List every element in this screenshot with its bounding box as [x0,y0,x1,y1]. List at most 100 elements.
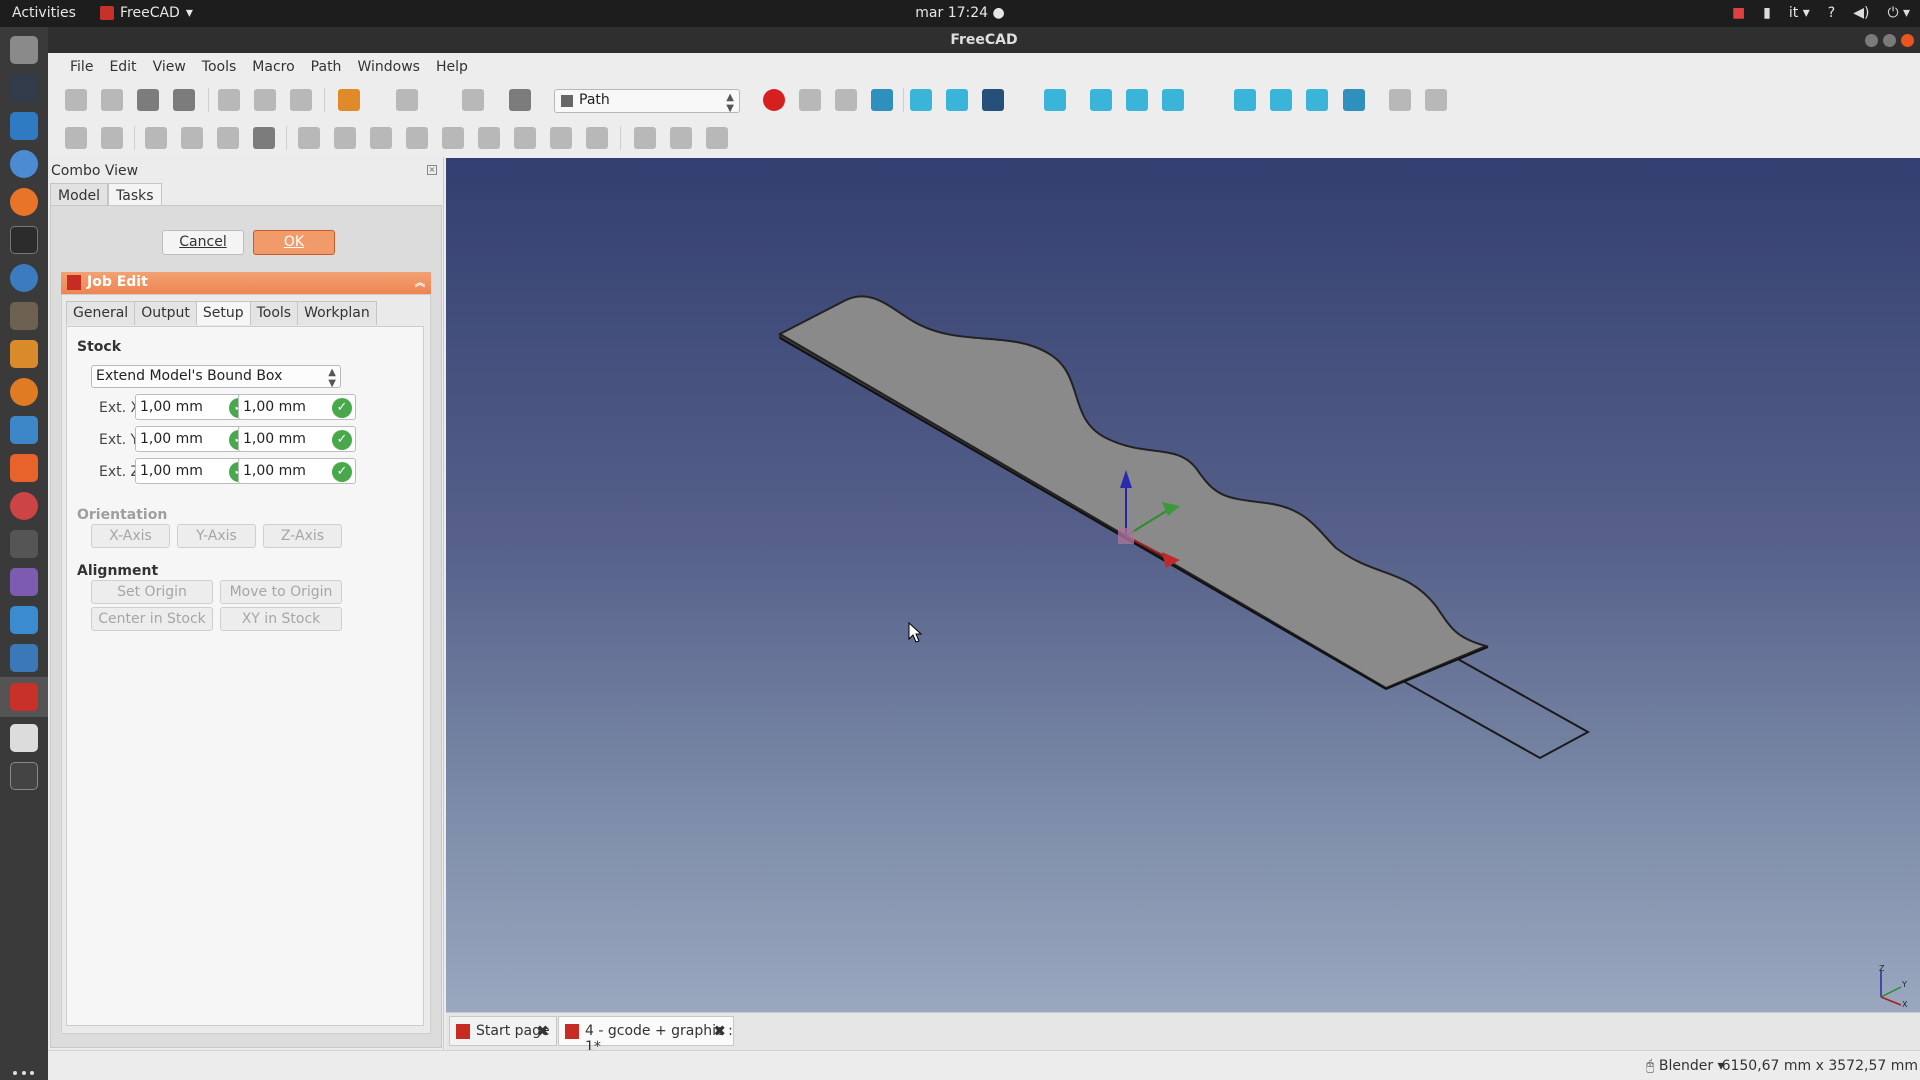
tab-general[interactable]: General [66,301,136,325]
cut-icon[interactable] [218,89,240,111]
helix-icon[interactable] [406,127,428,149]
files-icon[interactable] [10,36,38,64]
freecad-dock-icon[interactable] [10,683,38,711]
menu-macro[interactable]: Macro [244,53,302,81]
ext-z-pos-field[interactable]: 1,00 mm ✓ [238,458,356,484]
job-icon[interactable] [65,127,87,149]
right-view-icon[interactable] [1162,89,1184,111]
drilling-icon[interactable] [586,127,608,149]
copy-icon[interactable] [254,89,276,111]
workbench-selector[interactable]: Path ▲ ▼ [554,89,740,114]
macro-run-icon[interactable] [871,89,893,111]
paste-icon[interactable] [290,89,312,111]
minimize-icon[interactable] [1865,34,1878,47]
terminal-icon[interactable] [10,226,38,254]
tab-output[interactable]: Output [134,301,197,325]
y-axis-button[interactable]: Y-Axis [177,524,256,548]
move-to-origin-button[interactable]: Move to Origin [220,580,342,604]
tab-document[interactable]: 4 - gcode + graphic : 1* ✖ [558,1016,734,1055]
cancel-button[interactable]: Cancel [162,230,244,255]
menu-tools[interactable]: Tools [194,53,245,81]
macro-stop-icon[interactable] [799,89,821,111]
blender-icon[interactable] [10,378,38,406]
help-icon[interactable]: ? [1828,5,1835,21]
media-player-icon[interactable] [10,568,38,596]
menu-help[interactable]: Help [428,53,476,81]
save-icon[interactable] [137,89,159,111]
x-axis-button[interactable]: X-Axis [91,524,170,548]
clipboard-icon[interactable]: ▮ [1763,5,1771,21]
part-model[interactable] [446,158,1920,1012]
open-icon[interactable] [101,89,123,111]
tool-controller-icon[interactable] [181,127,203,149]
settings-app-icon[interactable] [10,416,38,444]
profile-icon[interactable] [298,127,320,149]
video-editor-icon[interactable] [10,762,38,790]
measure-distance-icon[interactable] [1343,89,1365,111]
engrave-icon[interactable] [514,127,536,149]
center-in-stock-button[interactable]: Center in Stock [91,607,213,631]
network-icon[interactable] [10,606,38,634]
front-view-icon[interactable] [1090,89,1112,111]
ext-y-pos-field[interactable]: 1,00 mm ✓ [238,426,356,452]
ok-button[interactable]: OK [253,230,335,255]
macro-record-icon[interactable] [763,89,785,111]
menu-windows[interactable]: Windows [349,53,428,81]
create-part-icon[interactable] [1389,89,1411,111]
pocket-icon[interactable] [334,127,356,149]
tab-setup[interactable]: Setup [195,301,251,325]
volume-icon[interactable]: ◀) [1853,5,1869,21]
keyboard-layout-indicator[interactable]: it ▾ [1789,5,1810,21]
redo-icon[interactable] [396,89,418,111]
writer-icon[interactable] [10,112,38,140]
xy-in-stock-button[interactable]: XY in Stock [220,607,342,631]
tool-library-icon[interactable] [217,127,239,149]
gimp-icon[interactable] [10,302,38,330]
print-icon[interactable] [173,89,195,111]
clock[interactable]: mar 17:24 ● [0,5,1920,21]
drawing-app-icon[interactable] [10,340,38,368]
set-origin-button[interactable]: Set Origin [91,580,213,604]
thunderbird-icon[interactable] [10,74,38,102]
surface-icon[interactable] [706,127,728,149]
adaptive-icon[interactable] [442,127,464,149]
show-applications-icon[interactable] [13,1071,35,1080]
software-center-icon[interactable] [10,454,38,482]
firefox-icon[interactable] [10,188,38,216]
left-view-icon[interactable] [1306,89,1328,111]
tab-workplan[interactable]: Workplan [297,301,377,325]
refresh-icon[interactable] [462,89,484,111]
ext-y-neg-field[interactable]: 1,00 mm ✓ [135,426,253,452]
close-panel-icon[interactable]: × [427,165,437,175]
screen-record-icon[interactable]: ■ [1732,5,1745,21]
bottom-view-icon[interactable] [1270,89,1292,111]
close-icon[interactable] [1901,34,1914,47]
deburr-icon[interactable] [550,127,572,149]
face-icon[interactable] [370,127,392,149]
undo-icon[interactable] [338,89,360,111]
job-edit-header[interactable]: Job Edit ︽ [61,272,431,294]
slot-icon[interactable] [478,127,500,149]
collapse-icon[interactable]: ︽ [415,274,425,289]
menu-edit[interactable]: Edit [101,53,144,81]
ext-x-pos-field[interactable]: 1,00 mm ✓ [238,394,356,420]
maximize-icon[interactable] [1883,34,1896,47]
ext-z-neg-field[interactable]: 1,00 mm ✓ [135,458,253,484]
menu-path[interactable]: Path [303,53,350,81]
inkscape-icon[interactable] [10,264,38,292]
power-icon[interactable]: ⏻ ▾ [1887,5,1910,21]
3d-pocket-icon[interactable] [634,127,656,149]
fit-all-icon[interactable] [910,89,932,111]
menu-view[interactable]: View [145,53,194,81]
system-tray[interactable]: ■ ▮ it ▾ ? ◀) ⏻ ▾ [1732,5,1910,21]
close-tab-icon[interactable]: ✖ [713,1022,726,1040]
window-titlebar[interactable]: FreeCAD [48,27,1920,53]
close-tab-icon[interactable]: ✖ [536,1022,549,1040]
rear-view-icon[interactable] [1234,89,1256,111]
tab-tools[interactable]: Tools [249,301,299,325]
whats-this-icon[interactable] [509,89,531,111]
toolbit-icon[interactable] [145,127,167,149]
top-view-icon[interactable] [1126,89,1148,111]
isometric-view-icon[interactable] [1044,89,1066,111]
stock-type-select[interactable]: Extend Model's Bound Box ▲ ▼ [91,365,341,389]
